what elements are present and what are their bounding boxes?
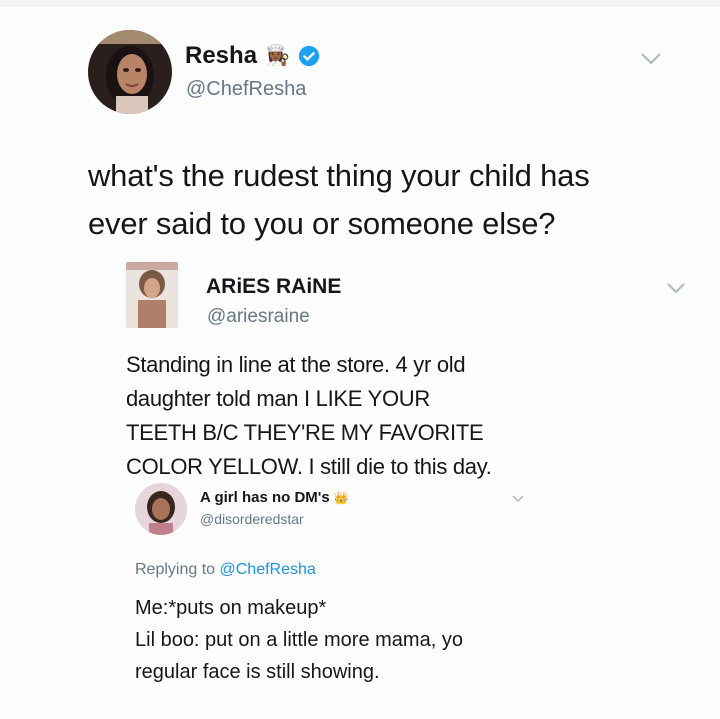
display-name[interactable]: A girl has no DM's 👑 [200,489,349,506]
tweet-text: what's the rudest thing your child has e… [88,152,590,248]
replying-to-mention-link[interactable]: @ChefResha [220,561,316,578]
display-name-text: ARiES RAiNE [206,275,342,298]
display-name-text: A girl has no DM's [200,489,330,506]
tweet-text: Me:*puts on makeup* Lil boo: put on a li… [135,592,463,688]
user-handle[interactable]: @ariesraine [207,306,310,328]
avatar[interactable] [126,262,178,328]
chef-emoji-icon: 👩🏾‍🍳 [265,45,290,67]
tweet-text-line: Me:*puts on makeup* [135,597,327,619]
tweet-text-line: what's the rudest thing your child has [88,158,590,193]
chevron-down-icon[interactable] [640,52,662,66]
tweet-text-line: COLOR YELLOW. I still die to this day. [126,454,492,479]
avatar-image [88,30,172,114]
chevron-down-icon[interactable] [666,282,686,294]
tweet-text-line: daughter told man I LIKE YOUR [126,386,430,411]
screenshot-canvas: Resha 👩🏾‍🍳 @ChefResha what's the rudest … [0,0,720,719]
display-name[interactable]: ARiES RAiNE [206,275,341,299]
tweet-text-line: Standing in line at the store. 4 yr old [126,352,466,377]
user-handle[interactable]: @disorderedstar [200,511,304,527]
replying-to: Replying to @ChefResha [135,561,316,579]
avatar[interactable] [135,483,187,535]
avatar[interactable] [88,30,172,114]
tweet-text: Standing in line at the store. 4 yr old … [126,348,492,484]
crown-emoji-icon: 👑 [333,490,349,505]
avatar-image [135,483,187,535]
tweet-text-line: regular face is still showing. [135,661,380,683]
verified-badge-icon [298,45,320,67]
user-handle[interactable]: @ChefResha [186,78,306,101]
tweet-text-line: TEETH B/C THEY'RE MY FAVORITE [126,420,484,445]
replying-to-label: Replying to [135,561,216,578]
display-name-text: Resha [185,42,258,69]
display-name[interactable]: Resha 👩🏾‍🍳 [185,42,320,70]
tweet-text-line: ever said to you or someone else? [88,206,556,241]
avatar-image [126,262,178,328]
tweet-text-line: Lil boo: put on a little more mama, yo [135,629,463,651]
chevron-down-icon[interactable] [512,495,524,503]
top-divider [0,0,720,6]
